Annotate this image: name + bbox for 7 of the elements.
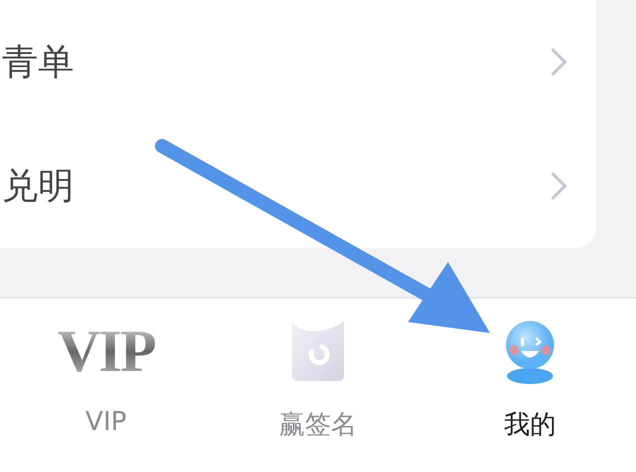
menu-item-label[interactable]: 青单 [2,38,74,86]
cup-icon [290,319,346,383]
smiling-mascot-icon [505,318,555,384]
menu-item-label[interactable]: 兑明 [2,162,74,210]
chevron-right-icon [550,47,568,77]
tab[interactable]: VIP VIP [0,299,212,472]
chevron-right-icon [550,171,568,201]
